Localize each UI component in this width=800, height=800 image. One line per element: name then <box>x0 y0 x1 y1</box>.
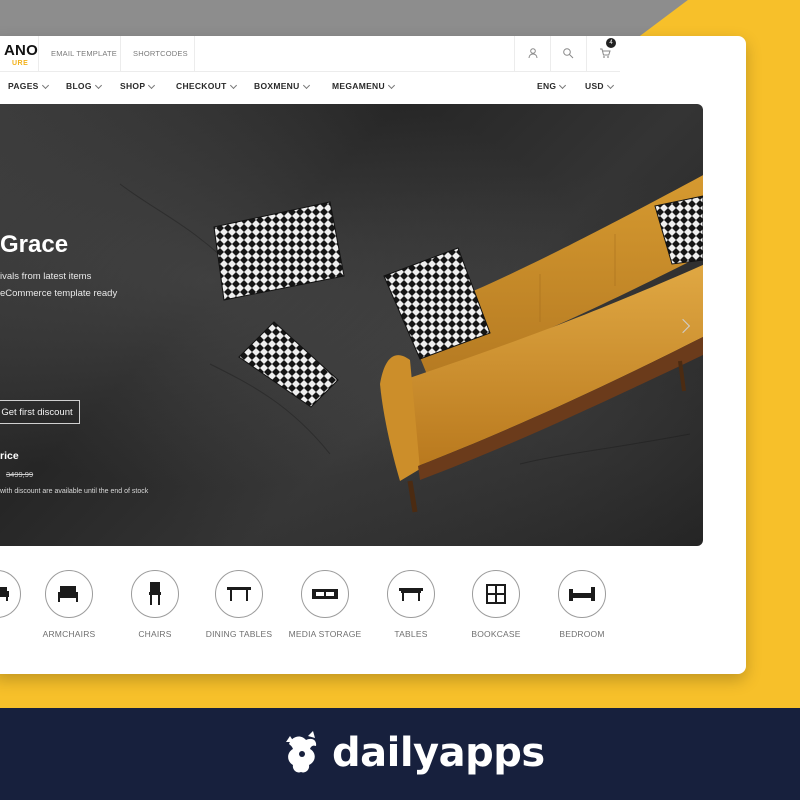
category-row: ARMCHAIRS CHAIRS DINING TABLES MEDIA STO… <box>0 566 746 666</box>
link-shortcodes[interactable]: SHORTCODES <box>133 49 188 58</box>
bookcase-icon <box>472 570 520 618</box>
divider <box>514 36 515 72</box>
brand-footer: dailyapps <box>0 708 800 800</box>
hero-line-1: ivals from latest items <box>0 271 92 282</box>
hero-line-2: eCommerce template ready <box>0 288 118 299</box>
nav-label: BOXMENU <box>254 81 300 91</box>
hero-cta-button[interactable]: Get first discount <box>0 400 80 424</box>
user-icon[interactable] <box>526 46 540 60</box>
pillow <box>213 201 345 301</box>
nav-label: SHOP <box>120 81 146 91</box>
cart-count-badge: 4 <box>606 38 616 48</box>
nav-item-megamenu[interactable]: MEGAMENU <box>332 81 395 91</box>
table-icon <box>387 570 435 618</box>
dailyapps-brand: dailyapps <box>282 728 545 778</box>
hero-title: Grace <box>0 231 69 258</box>
chevron-down-icon <box>94 81 102 89</box>
next-slide-arrow-icon[interactable] <box>676 320 690 334</box>
nav-label: MEGAMENU <box>332 81 385 91</box>
chevron-down-icon <box>229 81 237 89</box>
old-price: 3499,99 <box>6 470 34 479</box>
language-value: ENG <box>537 81 557 91</box>
divider <box>194 36 195 72</box>
dining-table-icon <box>215 570 263 618</box>
language-select[interactable]: ENG <box>537 81 567 91</box>
chevron-down-icon <box>387 81 395 89</box>
chevron-down-icon <box>148 81 156 89</box>
chevron-down-icon <box>606 81 614 89</box>
media-storage-icon <box>301 570 349 618</box>
dailyapps-logo-icon <box>286 731 317 773</box>
logo-main-text: ANO <box>4 42 38 59</box>
chevron-down-icon <box>302 81 310 89</box>
nav-item-shop[interactable]: SHOP <box>120 81 156 91</box>
nav-item-checkout[interactable]: CHECKOUT <box>176 81 237 91</box>
search-icon[interactable] <box>561 46 575 60</box>
top-bar: ANO URE EMAIL TEMPLATE SHORTCODES 4 <box>0 36 620 72</box>
logo[interactable]: ANO URE <box>0 40 38 68</box>
main-nav: PAGES BLOG SHOP CHECKOUT BOXMENU MEGAMEN… <box>0 72 620 100</box>
divider <box>38 36 39 72</box>
nav-label: BLOG <box>66 81 92 91</box>
category-label: BEDROOM <box>559 629 605 639</box>
brand-name: dailyapps <box>332 730 545 776</box>
divider <box>586 36 587 72</box>
chevron-down-icon <box>41 81 49 89</box>
cart-icon[interactable]: 4 <box>598 38 616 60</box>
price-label: rice <box>0 450 19 462</box>
currency-select[interactable]: USD <box>585 81 614 91</box>
chair-icon <box>131 570 179 618</box>
nav-label: PAGES <box>8 81 39 91</box>
hero-artwork <box>119 175 703 513</box>
link-email-template[interactable]: EMAIL TEMPLATE <box>51 49 117 58</box>
bed-icon <box>558 570 606 618</box>
hero-banner: Grace ivals from latest items eCommerce … <box>0 104 703 546</box>
nav-item-blog[interactable]: BLOG <box>66 81 102 91</box>
site-preview-card: ANO URE EMAIL TEMPLATE SHORTCODES 4 PAGE… <box>0 36 746 674</box>
currency-value: USD <box>585 81 604 91</box>
nav-item-pages[interactable]: PAGES <box>8 81 49 91</box>
divider <box>550 36 551 72</box>
nav-item-boxmenu[interactable]: BOXMENU <box>254 81 310 91</box>
category-item[interactable]: BEDROOM <box>527 566 637 656</box>
divider <box>120 36 121 72</box>
stock-note: with discount are available until the en… <box>0 488 149 495</box>
pillow <box>238 321 339 408</box>
chevron-down-icon <box>559 81 567 89</box>
armchair-icon <box>45 570 93 618</box>
nav-label: CHECKOUT <box>176 81 227 91</box>
logo-sub-text: URE <box>12 60 29 67</box>
